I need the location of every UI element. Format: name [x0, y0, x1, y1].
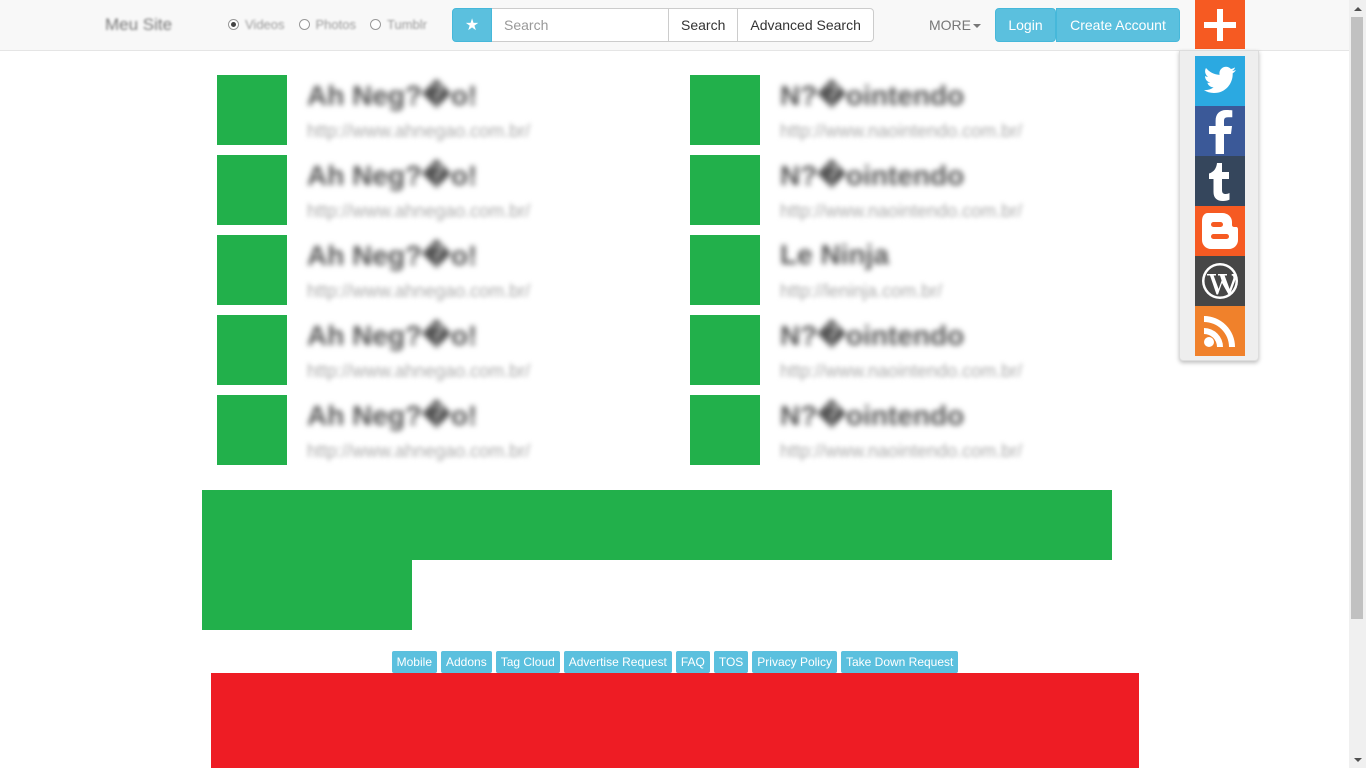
list-item-title[interactable]: Ah Neg?�o! [307, 239, 477, 272]
scroll-down-button[interactable] [1349, 751, 1366, 768]
list-item-title[interactable]: Ah Neg?�o! [307, 79, 477, 112]
list-item-thumbnail[interactable] [690, 75, 760, 145]
list-item[interactable]: Ah Neg?�o! http://www.ahnegao.com.br/ [217, 235, 637, 305]
footer-banner-ad[interactable] [211, 673, 1139, 768]
list-item-url: http://www.ahnegao.com.br/ [307, 281, 531, 301]
list-item[interactable]: N?�ointendo http://www.naointendo.com.br… [690, 75, 1110, 145]
list-item-title[interactable]: N?�ointendo [780, 79, 964, 112]
list-item-title[interactable]: Ah Neg?�o! [307, 399, 477, 432]
tumblr-icon [1209, 163, 1230, 201]
footer-link-faq[interactable]: FAQ [675, 651, 710, 673]
login-button[interactable]: Login [995, 8, 1056, 42]
radio-photos-label: Photos [315, 17, 356, 32]
list-item[interactable]: N?�ointendo http://www.naointendo.com.br… [690, 315, 1110, 385]
list-item-url: http://www.ahnegao.com.br/ [307, 121, 531, 141]
list-item[interactable]: N?�ointendo http://www.naointendo.com.br… [690, 155, 1110, 225]
radio-photos-dot[interactable] [298, 19, 310, 30]
list-item-url: http://leninja.com.br/ [780, 281, 943, 301]
plus-icon [1204, 8, 1236, 41]
list-item-url: http://www.ahnegao.com.br/ [307, 361, 531, 381]
radio-tumblr-label: Tumblr [387, 17, 427, 32]
list-item[interactable]: N?�ointendo http://www.naointendo.com.br… [690, 395, 1110, 465]
create-account-button[interactable]: Create Account [1056, 8, 1180, 42]
list-item[interactable]: Ah Neg?�o! http://www.ahnegao.com.br/ [217, 155, 637, 225]
footer-link-mobile[interactable]: Mobile [391, 651, 437, 673]
arrow-down-icon [1353, 757, 1362, 762]
arrow-up-icon [1353, 6, 1362, 11]
favorites-button[interactable]: ★ [452, 8, 492, 42]
twitter-share-button[interactable] [1195, 56, 1245, 106]
twitter-icon [1203, 66, 1236, 93]
list-item-title[interactable]: N?�ointendo [780, 319, 964, 352]
footer-link-addons[interactable]: Addons [441, 651, 492, 673]
more-label: MORE [929, 17, 971, 33]
list-item-title[interactable]: Le Ninja [780, 239, 889, 271]
facebook-icon [1209, 110, 1233, 154]
footer-link-privacy-policy[interactable]: Privacy Policy [752, 651, 837, 673]
list-item-url: http://www.naointendo.com.br/ [780, 121, 1023, 141]
facebook-share-button[interactable] [1195, 106, 1245, 156]
list-item[interactable]: Ah Neg?�o! http://www.ahnegao.com.br/ [217, 75, 637, 145]
star-icon: ★ [464, 17, 480, 34]
list-item[interactable]: Ah Neg?�o! http://www.ahnegao.com.br/ [217, 315, 637, 385]
share-panel [1179, 50, 1259, 361]
radio-videos-label: Videos [245, 17, 285, 32]
radio-tumblr[interactable]: Tumblr [370, 17, 427, 32]
banner-ad[interactable] [202, 490, 1112, 560]
list-item-url: http://www.ahnegao.com.br/ [307, 201, 531, 221]
search-input[interactable] [492, 8, 669, 42]
blogger-share-button[interactable] [1195, 206, 1245, 256]
blogger-icon [1202, 213, 1238, 249]
list-item-url: http://www.naointendo.com.br/ [780, 201, 1023, 221]
list-item-title[interactable]: N?�ointendo [780, 159, 964, 192]
footer-links: Mobile Addons Tag Cloud Advertise Reques… [0, 651, 1350, 673]
advanced-search-button[interactable]: Advanced Search [737, 8, 874, 42]
scroll-up-button[interactable] [1349, 0, 1366, 17]
banner-ad-small[interactable] [202, 560, 412, 630]
site-brand[interactable]: Meu Site [105, 15, 172, 35]
wordpress-icon [1202, 263, 1238, 299]
list-item-url: http://www.naointendo.com.br/ [780, 441, 1023, 461]
list-item-thumbnail[interactable] [690, 395, 760, 465]
list-item[interactable]: Ah Neg?�o! http://www.ahnegao.com.br/ [217, 395, 637, 465]
scrollbar-thumb[interactable] [1351, 17, 1363, 619]
list-item-thumbnail[interactable] [217, 315, 287, 385]
footer-link-tos[interactable]: TOS [713, 651, 749, 673]
list-item-thumbnail[interactable] [690, 315, 760, 385]
footer-link-take-down-request[interactable]: Take Down Request [840, 651, 959, 673]
more-dropdown[interactable]: MORE [929, 17, 981, 33]
top-navbar: Meu Site Videos Photos Tumblr ★ Search A… [0, 0, 1350, 51]
wordpress-share-button[interactable] [1195, 256, 1245, 306]
radio-tumblr-dot[interactable] [370, 19, 381, 30]
footer-link-tag-cloud[interactable]: Tag Cloud [495, 651, 560, 673]
list-item-thumbnail[interactable] [690, 235, 760, 305]
list-item-title[interactable]: Ah Neg?�o! [307, 159, 477, 192]
radio-photos[interactable]: Photos [298, 17, 356, 32]
list-item-thumbnail[interactable] [217, 395, 287, 465]
rss-icon [1204, 316, 1235, 347]
footer-link-advertise-request[interactable]: Advertise Request [563, 651, 672, 673]
vertical-scrollbar[interactable] [1349, 0, 1366, 768]
list-item-thumbnail[interactable] [217, 75, 287, 145]
list-item[interactable]: Le Ninja http://leninja.com.br/ [690, 235, 1110, 305]
list-item-title[interactable]: N?�ointendo [780, 399, 964, 432]
radio-videos-dot[interactable] [228, 19, 239, 30]
list-item-url: http://www.naointendo.com.br/ [780, 361, 1023, 381]
search-group: ★ Search Advanced Search [452, 8, 874, 42]
list-item-thumbnail[interactable] [217, 155, 287, 225]
list-item-url: http://www.ahnegao.com.br/ [307, 441, 531, 461]
tumblr-share-button[interactable] [1195, 156, 1245, 206]
rss-share-button[interactable] [1195, 306, 1245, 356]
list-item-thumbnail[interactable] [690, 155, 760, 225]
search-type-radios: Videos Photos Tumblr [228, 17, 448, 32]
list-item-thumbnail[interactable] [217, 235, 287, 305]
search-button[interactable]: Search [668, 8, 739, 42]
caret-down-icon [973, 24, 981, 29]
share-toggle-button[interactable] [1195, 0, 1245, 49]
radio-videos[interactable]: Videos [228, 17, 285, 32]
list-item-title[interactable]: Ah Neg?�o! [307, 319, 477, 352]
